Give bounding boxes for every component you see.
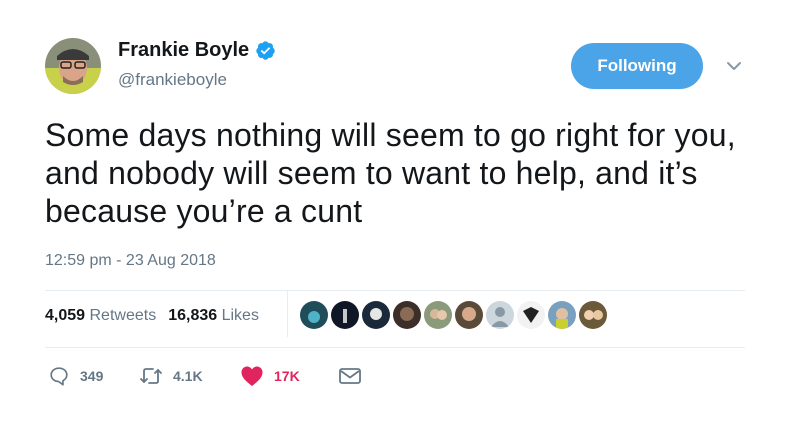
- author-name-text[interactable]: Frankie Boyle: [118, 39, 249, 62]
- liker-avatar[interactable]: [331, 301, 359, 329]
- stats-separator: [287, 291, 288, 337]
- likes-stat[interactable]: 16,836 Likes: [168, 307, 259, 325]
- liker-avatar[interactable]: [362, 301, 390, 329]
- envelope-icon[interactable]: [338, 366, 362, 386]
- retweets-count: 4,059: [45, 307, 86, 324]
- message-action[interactable]: [338, 366, 362, 386]
- tweet-actions: 349 4.1K 17K: [48, 365, 362, 387]
- divider: [45, 290, 745, 291]
- retweet-icon[interactable]: [139, 365, 163, 387]
- likes-count: 16,836: [168, 307, 218, 324]
- like-action[interactable]: 17K: [240, 365, 338, 387]
- following-button[interactable]: Following: [571, 43, 703, 89]
- liker-avatars: [300, 301, 607, 329]
- retweets-label: Retweets: [89, 307, 157, 324]
- liker-avatar[interactable]: [393, 301, 421, 329]
- likes-label: Likes: [221, 307, 259, 324]
- retweet-count: 4.1K: [173, 368, 203, 384]
- tweet-stats: 4,059 Retweets 16,836 Likes: [45, 307, 259, 325]
- liker-avatar[interactable]: [300, 301, 328, 329]
- author-handle[interactable]: @frankieboyle: [118, 70, 227, 90]
- like-count: 17K: [274, 368, 300, 384]
- retweets-stat[interactable]: 4,059 Retweets: [45, 307, 156, 325]
- liker-avatar-default[interactable]: [486, 301, 514, 329]
- liker-avatar[interactable]: [548, 301, 576, 329]
- verified-badge-icon: [256, 41, 275, 60]
- heart-icon[interactable]: [240, 365, 264, 387]
- tweet-text: Some days nothing will seem to go right …: [45, 117, 736, 229]
- reply-count: 349: [80, 368, 104, 384]
- liker-avatar[interactable]: [579, 301, 607, 329]
- reply-icon[interactable]: [48, 365, 70, 387]
- liker-avatar[interactable]: [455, 301, 483, 329]
- retweet-action[interactable]: 4.1K: [139, 365, 240, 387]
- author-avatar[interactable]: [45, 38, 101, 94]
- divider: [45, 347, 745, 348]
- liker-avatar[interactable]: [424, 301, 452, 329]
- liker-avatar[interactable]: [517, 301, 545, 329]
- author-name[interactable]: Frankie Boyle: [118, 39, 276, 62]
- reply-action[interactable]: 349: [48, 365, 139, 387]
- chevron-down-icon[interactable]: [724, 58, 744, 74]
- tweet-timestamp[interactable]: 12:59 pm - 23 Aug 2018: [45, 252, 216, 270]
